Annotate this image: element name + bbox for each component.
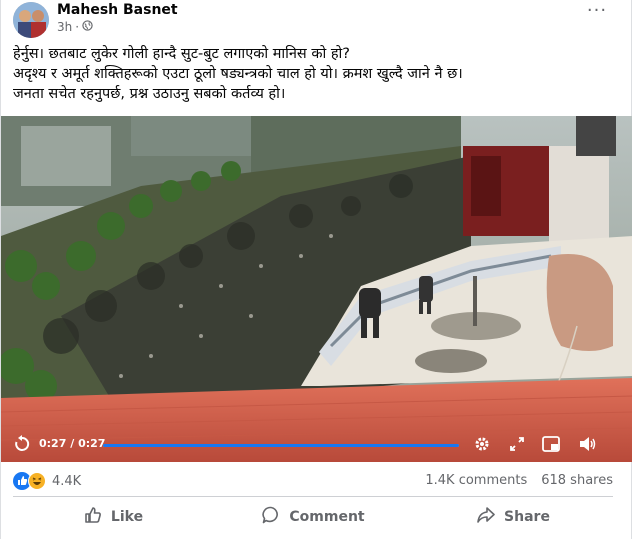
post-text-line: अदृश्य र अमूर्त शक्तिहरूको एउटा ठूलो षड्… [13,66,463,82]
action-bar: Like Comment Share [13,500,613,534]
expand-icon[interactable] [509,436,525,456]
post-stats: 4.4K 1.4K comments 618 shares [13,470,613,492]
post-meta: 3h · [57,20,93,34]
like-label: Like [110,509,144,525]
share-icon [476,505,496,529]
comments-count[interactable]: 1.4K comments [425,473,527,488]
avatar[interactable] [13,2,49,38]
current-time: 0:27 [39,437,67,450]
haha-reaction-icon [28,472,46,490]
duration: 0:27 [78,437,106,450]
post-header: Mahesh Basnet 3h · ··· [13,0,613,40]
progress-fill [103,444,459,447]
author-name[interactable]: Mahesh Basnet [57,2,178,18]
reaction-count: 4.4K [52,473,82,489]
pip-icon[interactable] [542,436,560,456]
post-text-line: जनता सचेत रहनुपर्छ, प्रश्न उठाउनु सबको क… [13,86,286,102]
globe-icon [82,20,93,34]
like-button[interactable]: Like [13,500,213,534]
comment-button[interactable]: Comment [213,500,413,534]
like-icon [83,505,103,529]
share-label: Share [504,509,550,525]
video-controls: 0:27 / 0:27 [1,428,632,462]
video-timecode: 0:27 / 0:27 [39,437,105,450]
comment-icon [261,505,281,529]
video-player[interactable]: 0:27 / 0:27 [1,116,632,462]
engagement-counts: 1.4K comments 618 shares [425,473,613,488]
comment-label: Comment [289,509,365,525]
progress-bar[interactable] [103,444,459,447]
video-frame [1,116,632,462]
divider [13,496,613,497]
post-time[interactable]: 3h [57,20,72,34]
settings-icon[interactable] [473,435,491,457]
reaction-summary[interactable]: 4.4K [13,472,81,490]
more-icon[interactable]: ··· [585,2,609,24]
post-text-line: हेर्नुस। छतबाट लुकेर गोली हान्दै सुट-बुट… [13,46,350,62]
time-separator: · [75,20,80,34]
post-card: Mahesh Basnet 3h · ··· हेर्नुस। छतबाट लु… [0,0,632,539]
time-separator: / [70,437,75,450]
share-button[interactable]: Share [413,500,613,534]
volume-icon[interactable] [579,436,597,456]
post-text: हेर्नुस। छतबाट लुकेर गोली हान्दै सुट-बुट… [13,44,613,104]
replay-icon[interactable] [13,435,31,457]
shares-count[interactable]: 618 shares [541,473,613,488]
